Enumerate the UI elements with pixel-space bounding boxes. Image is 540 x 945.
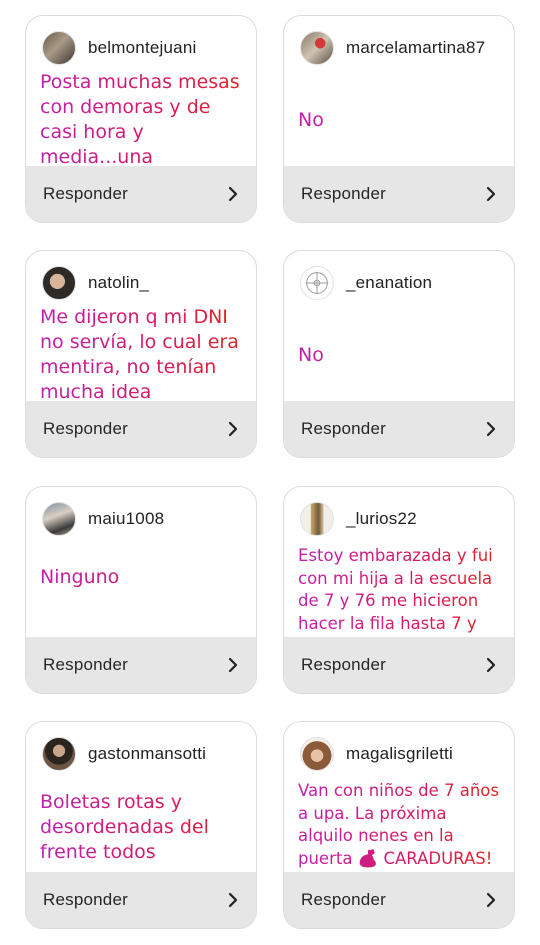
username[interactable]: gastonmansotti [88, 744, 206, 764]
chevron-right-icon [228, 421, 238, 437]
avatar[interactable] [42, 502, 76, 536]
reply-label: Responder [43, 890, 128, 909]
response-card: _enanation No Responder [283, 250, 515, 458]
answer-text: Me dijeron q mi DNI no servía, lo cual e… [40, 305, 244, 405]
reply-label: Responder [301, 890, 386, 909]
username[interactable]: marcelamartina87 [346, 38, 485, 58]
chevron-right-icon [486, 186, 496, 202]
reply-button[interactable]: Responder [26, 637, 256, 693]
avatar[interactable] [42, 266, 76, 300]
reply-label: Responder [43, 655, 128, 674]
chevron-right-icon [486, 892, 496, 908]
card-header: belmontejuani [42, 30, 248, 66]
reply-label: Responder [43, 419, 128, 438]
reply-label: Responder [43, 184, 128, 203]
card-header: _enanation [300, 265, 506, 301]
answer-text: No [298, 343, 502, 368]
chevron-right-icon [486, 657, 496, 673]
reply-button[interactable]: Responder [26, 166, 256, 222]
response-card: belmontejuani Posta muchas mesas con dem… [25, 15, 257, 223]
avatar[interactable] [42, 31, 76, 65]
answer-text: Boletas rotas y desordenadas del frente … [40, 790, 244, 865]
response-card: natolin_ Me dijeron q mi DNI no servía, … [25, 250, 257, 458]
response-card: magalisgriletti Van con niños de 7 años … [283, 721, 515, 929]
reply-button[interactable]: Responder [284, 637, 514, 693]
response-card: gastonmansotti Boletas rotas y desordena… [25, 721, 257, 929]
reply-button[interactable]: Responder [26, 872, 256, 928]
answer-text: Ninguno [40, 565, 244, 590]
card-header: gastonmansotti [42, 736, 248, 772]
card-header: _lurios22 [300, 501, 506, 537]
response-card: maiu1008 Ninguno Responder [25, 486, 257, 694]
reply-button[interactable]: Responder [26, 401, 256, 457]
username[interactable]: _lurios22 [346, 509, 417, 529]
reply-label: Responder [301, 419, 386, 438]
reply-label: Responder [301, 655, 386, 674]
username[interactable]: natolin_ [88, 273, 149, 293]
response-card: _lurios22 Estoy embarazada y fui con mi … [283, 486, 515, 694]
card-header: magalisgriletti [300, 736, 506, 772]
avatar[interactable] [42, 737, 76, 771]
avatar[interactable] [300, 502, 334, 536]
reply-button[interactable]: Responder [284, 166, 514, 222]
username[interactable]: _enanation [346, 273, 432, 293]
avatar[interactable] [300, 737, 334, 771]
chevron-right-icon [228, 657, 238, 673]
chevron-right-icon [486, 421, 496, 437]
username[interactable]: maiu1008 [88, 509, 164, 529]
username[interactable]: magalisgriletti [346, 744, 453, 764]
answer-text: No [298, 108, 502, 133]
reply-label: Responder [301, 184, 386, 203]
username[interactable]: belmontejuani [88, 38, 196, 58]
card-header: marcelamartina87 [300, 30, 506, 66]
card-header: maiu1008 [42, 501, 248, 537]
reply-button[interactable]: Responder [284, 872, 514, 928]
card-header: natolin_ [42, 265, 248, 301]
response-card: marcelamartina87 No Responder [283, 15, 515, 223]
chevron-right-icon [228, 892, 238, 908]
answer-text: Van con niños de 7 años a upa. La próxim… [298, 780, 502, 870]
crest-logo-icon [305, 271, 329, 295]
chevron-right-icon [228, 186, 238, 202]
avatar[interactable] [300, 31, 334, 65]
avatar[interactable] [300, 266, 334, 300]
reply-button[interactable]: Responder [284, 401, 514, 457]
